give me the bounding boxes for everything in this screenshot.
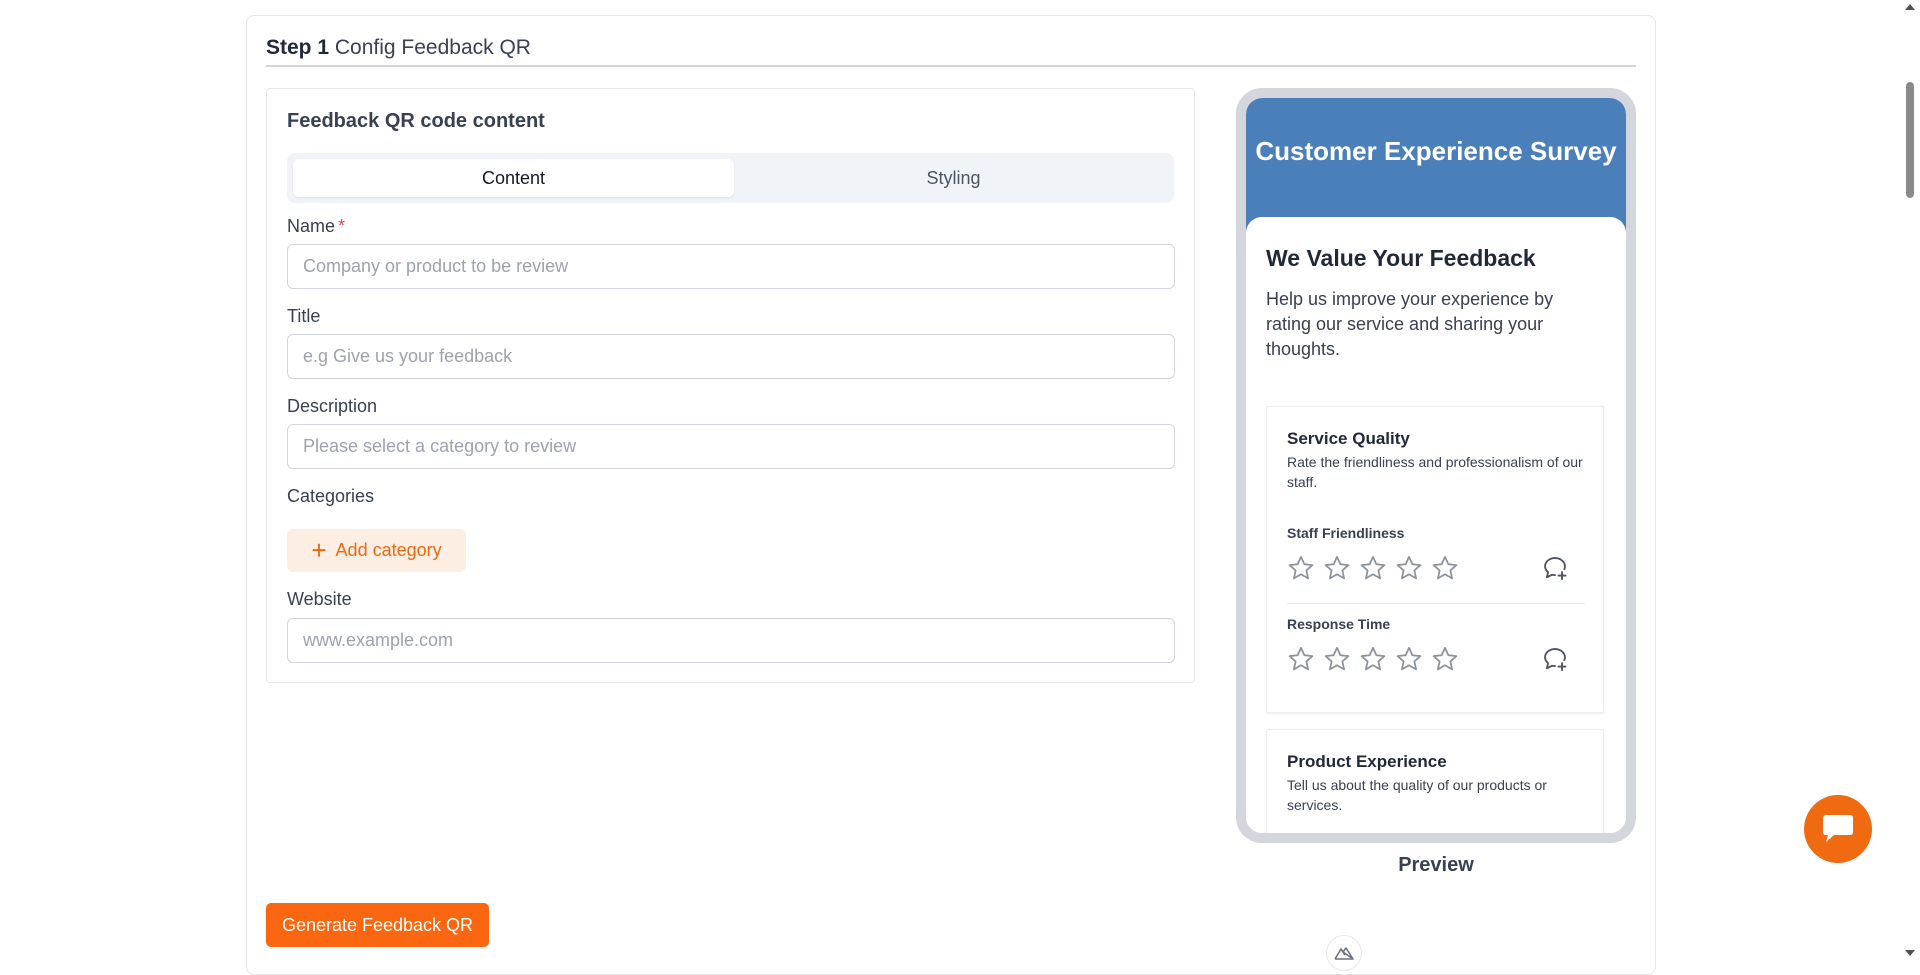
star-icon[interactable]	[1287, 554, 1315, 582]
name-label-text: Name	[287, 216, 336, 236]
mountain-logo-glyph	[1334, 947, 1354, 960]
star-icon[interactable]	[1323, 645, 1351, 673]
star-icon[interactable]	[1395, 554, 1423, 582]
section-description: Tell us about the quality of our product…	[1287, 777, 1547, 813]
preview-label: Preview	[1398, 854, 1474, 876]
section-description: Rate the friendliness and professionalis…	[1287, 454, 1583, 490]
generate-feedback-qr-button[interactable]: Generate Feedback QR	[266, 903, 489, 947]
preview-heading: We Value Your Feedback	[1266, 245, 1536, 271]
name-input[interactable]	[287, 244, 1175, 289]
tab-content[interactable]: Content	[293, 159, 734, 197]
star-icon[interactable]	[1431, 554, 1459, 582]
categories-label: Categories	[287, 486, 375, 506]
title-input[interactable]	[287, 334, 1175, 379]
star-icon[interactable]	[1431, 645, 1459, 673]
page: Step 1 Config Feedback QR Feedback QR co…	[0, 0, 1920, 975]
name-label: Name *	[287, 216, 345, 237]
question-label: Staff Friendliness	[1287, 525, 1405, 541]
section-card-service-quality: Service Quality Rate the friendliness an…	[1266, 406, 1604, 713]
content-styling-tabs: Content Styling	[287, 153, 1174, 203]
description-label: Description	[287, 396, 378, 416]
preview-description: Help us improve your experience by ratin…	[1266, 289, 1554, 359]
section-title: Service Quality	[1287, 429, 1410, 448]
tab-styling[interactable]: Styling	[733, 159, 1174, 197]
chat-button[interactable]	[1804, 795, 1872, 863]
star-rating	[1287, 645, 1459, 673]
comment-add-icon[interactable]	[1541, 554, 1569, 582]
star-icon[interactable]	[1359, 554, 1387, 582]
scroll-down-arrow-icon[interactable]	[1904, 948, 1916, 958]
star-icon[interactable]	[1359, 645, 1387, 673]
website-label: Website	[287, 589, 352, 609]
step-header: Step 1 Config Feedback QR	[266, 36, 1636, 67]
question-label: Response Time	[1287, 616, 1391, 632]
required-mark: *	[338, 216, 346, 236]
chat-bubble-icon	[1823, 815, 1853, 842]
phone-preview: Customer Experience Survey We Value Your…	[1236, 88, 1636, 843]
preview-header-title: Customer Experience Survey	[1255, 136, 1617, 166]
title-label: Title	[287, 306, 321, 326]
star-icon[interactable]	[1395, 645, 1423, 673]
star-icon[interactable]	[1287, 645, 1315, 673]
add-category-label: Add category	[335, 540, 442, 560]
preview-body: We Value Your Feedback Help us improve y…	[1246, 217, 1626, 833]
star-icon[interactable]	[1323, 554, 1351, 582]
question-divider	[1287, 603, 1585, 604]
step-number: Step 1	[266, 36, 330, 59]
scrollbar-thumb[interactable]	[1906, 82, 1914, 198]
scroll-up-arrow-icon[interactable]	[1904, 2, 1916, 12]
description-input[interactable]	[287, 424, 1175, 469]
plus-icon: +	[311, 534, 327, 565]
phone-screen: Customer Experience Survey We Value Your…	[1246, 98, 1626, 833]
mountain-logo-icon[interactable]	[1326, 935, 1362, 971]
website-input[interactable]	[287, 618, 1175, 663]
section-title: Product Experience	[1287, 752, 1447, 771]
step-title: Config Feedback QR	[334, 36, 531, 59]
add-category-button[interactable]: + Add category	[287, 529, 466, 572]
section-card-product-experience: Product Experience Tell us about the qua…	[1266, 729, 1604, 833]
card-title: Feedback QR code content	[287, 110, 545, 132]
comment-add-icon[interactable]	[1541, 645, 1569, 673]
star-rating	[1287, 554, 1459, 582]
